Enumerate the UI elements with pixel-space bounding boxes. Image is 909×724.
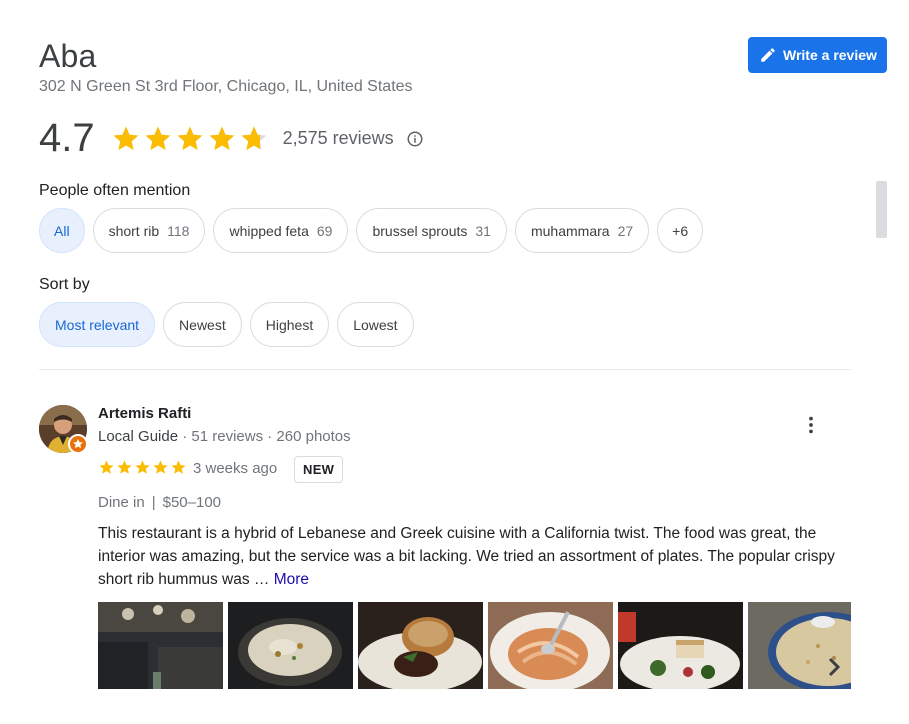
- chip-count: 69: [316, 222, 333, 239]
- reviewer-name[interactable]: Artemis Rafti: [98, 405, 191, 422]
- chip-label: short rib: [108, 222, 160, 239]
- mention-chip[interactable]: whipped feta 69: [213, 208, 349, 253]
- mentions-label: People often mention: [39, 182, 191, 199]
- mentions-chips: All short rib 118 whipped feta 69 brussel spr…: [39, 208, 704, 253]
- sort-chips: Most relevant Newest Highest Lowest: [39, 302, 414, 347]
- review-body: This restaurant is a hybrid of Lebanese …: [98, 525, 835, 588]
- mention-chip[interactable]: muhammara 27: [514, 208, 650, 253]
- star-icon: [113, 126, 139, 150]
- chip-label: +6: [672, 222, 689, 239]
- star-icon: [99, 460, 114, 474]
- pencil-icon: [761, 48, 775, 62]
- sort-chip[interactable]: Highest: [249, 302, 330, 347]
- review-photo[interactable]: [228, 602, 353, 689]
- review-photo[interactable]: [98, 602, 223, 689]
- divider: [39, 369, 851, 370]
- new-badge: NEW: [294, 456, 344, 483]
- reviewer-stats: · 51 reviews · 260 photos: [178, 428, 351, 445]
- mention-chip[interactable]: short rib 118: [92, 208, 206, 253]
- write-review-button[interactable]: Write a review: [748, 37, 887, 73]
- scrollbar-thumb[interactable]: [876, 181, 887, 238]
- star-icon: [145, 126, 171, 150]
- review-photo[interactable]: [358, 602, 483, 689]
- more-vert-icon[interactable]: [800, 414, 822, 436]
- chip-count: 118: [167, 222, 190, 239]
- dine-mode: Dine in: [98, 494, 145, 511]
- review-count[interactable]: 2,575 reviews: [283, 128, 394, 149]
- review-text: This restaurant is a hybrid of Lebanese …: [98, 522, 858, 591]
- star-icon: [153, 460, 168, 474]
- review-time: 3 weeks ago: [193, 460, 278, 477]
- dine-info: Dine in | $50–100: [98, 494, 221, 511]
- reviewer-meta[interactable]: Local Guide · 51 reviews · 260 photos: [98, 428, 351, 445]
- star-icon: [241, 126, 267, 150]
- write-review-label: Write a review: [783, 47, 877, 63]
- sort-label: Sort by: [39, 276, 90, 293]
- photos-next-button[interactable]: [820, 650, 848, 684]
- price-range: $50–100: [162, 494, 222, 511]
- review-photos: [98, 602, 851, 689]
- star-icon: [117, 460, 132, 474]
- local-guide-label: Local Guide: [98, 428, 179, 445]
- mention-chip[interactable]: +6: [657, 208, 704, 253]
- place-title: Aba: [39, 38, 97, 74]
- rating-value: 4.7: [39, 116, 95, 160]
- star-icon: [171, 460, 186, 474]
- review-stars: [98, 459, 187, 476]
- sort-chip[interactable]: Lowest: [337, 302, 414, 347]
- chip-label: muhammara: [530, 222, 610, 239]
- more-link[interactable]: More: [274, 571, 309, 588]
- rating-summary: 4.7 2,575 reviews: [39, 116, 424, 161]
- dine-separator: |: [151, 494, 156, 511]
- local-guide-star-icon: [68, 434, 88, 454]
- place-address: 302 N Green St 3rd Floor, Chicago, IL, U…: [39, 78, 413, 95]
- star-icon: [177, 126, 203, 150]
- chip-count: 27: [617, 222, 634, 239]
- chip-label: brussel sprouts: [372, 222, 468, 239]
- mention-chip[interactable]: brussel sprouts 31: [356, 208, 507, 253]
- sort-chip[interactable]: Most relevant: [39, 302, 156, 347]
- info-icon[interactable]: [406, 130, 424, 148]
- rating-stars: [111, 124, 269, 154]
- chip-count: 31: [475, 222, 491, 239]
- review-photo[interactable]: [488, 602, 613, 689]
- star-icon: [209, 126, 235, 150]
- chip-label: All: [54, 222, 70, 239]
- sort-chip[interactable]: Newest: [163, 302, 242, 347]
- star-icon: [135, 460, 150, 474]
- mention-chip[interactable]: All: [39, 208, 85, 253]
- review-photo[interactable]: [618, 602, 743, 689]
- chip-label: whipped feta: [229, 222, 309, 239]
- chevron-right-icon: [828, 657, 841, 677]
